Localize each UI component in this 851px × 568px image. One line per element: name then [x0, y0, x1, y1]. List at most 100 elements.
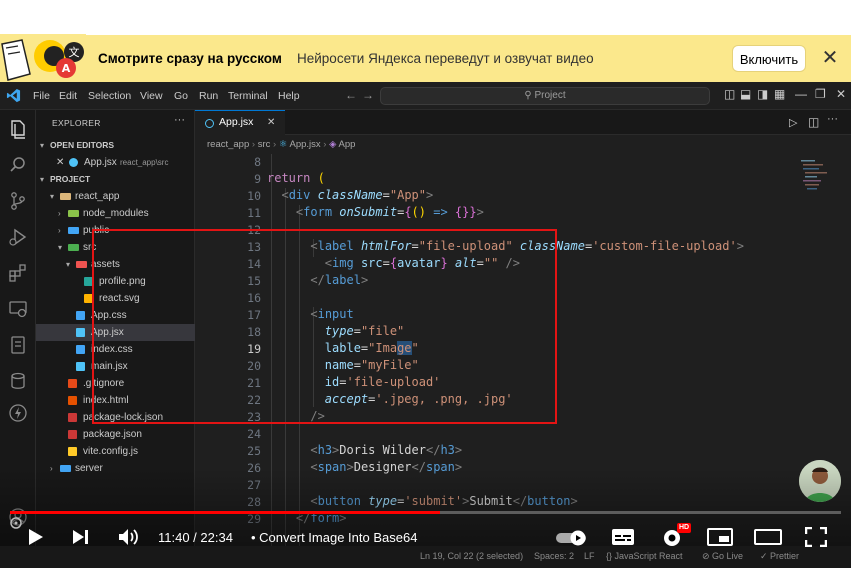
fullscreen-icon[interactable]	[804, 526, 828, 552]
theater-mode-icon[interactable]	[754, 528, 782, 551]
chevron-down-icon: ▾	[66, 260, 71, 269]
tree-item[interactable]: › node_modules	[36, 205, 195, 222]
tab-app-jsx[interactable]: App.jsx ✕	[195, 110, 285, 135]
project-header[interactable]: ▾ PROJECT	[36, 171, 195, 188]
menu-view[interactable]: View	[140, 90, 163, 102]
svg-text:文: 文	[69, 45, 80, 59]
command-center-search[interactable]: ⚲ Project	[380, 87, 710, 105]
banner-title: Смотрите сразу на русском	[98, 51, 282, 66]
testing-icon[interactable]	[7, 334, 29, 356]
tree-item-label: node_modules	[83, 208, 149, 219]
file-icon	[68, 447, 77, 456]
menu-selection[interactable]: Selection	[88, 90, 131, 102]
autoplay-toggle[interactable]	[556, 530, 590, 551]
restore-icon[interactable]: ❐	[815, 87, 826, 101]
database-icon[interactable]	[7, 370, 29, 392]
window-close-icon[interactable]: ✕	[836, 87, 846, 101]
tree-item[interactable]: ▾ react_app	[36, 188, 195, 205]
close-tab-icon[interactable]: ✕	[267, 111, 275, 134]
toggle-secondary-sidebar-icon[interactable]: ◨	[757, 87, 768, 101]
minimize-icon[interactable]: —	[795, 87, 807, 101]
code-line-9: return (	[267, 171, 325, 185]
breadcrumb-symbol[interactable]: App	[339, 139, 356, 150]
tree-item[interactable]: package.json	[36, 426, 195, 443]
search-icon[interactable]	[7, 154, 29, 176]
menu-edit[interactable]: Edit	[59, 90, 77, 102]
lightning-icon[interactable]	[7, 402, 29, 424]
line-number: 25	[247, 444, 261, 458]
menu-go[interactable]: Go	[174, 90, 188, 102]
folder-icon	[68, 244, 79, 251]
run-debug-icon[interactable]	[7, 226, 29, 248]
react-file-icon	[69, 158, 78, 167]
breadcrumb-folder[interactable]: react_app	[207, 139, 249, 150]
more-actions-icon[interactable]: ···	[827, 113, 838, 125]
miniplayer-icon[interactable]	[707, 528, 733, 551]
split-editor-icon[interactable]: ◫	[808, 115, 819, 129]
menu-help[interactable]: Help	[278, 90, 300, 102]
forward-arrow-icon[interactable]: →	[362, 88, 374, 102]
file-icon	[76, 311, 85, 320]
chevron-right-icon: ›	[58, 226, 61, 235]
file-icon	[68, 396, 77, 405]
folder-icon	[76, 261, 87, 268]
menu-file[interactable]: File	[33, 90, 50, 102]
chevron-down-icon: ▾	[40, 141, 45, 150]
minimap[interactable]	[795, 154, 840, 294]
tree-item-label: vite.config.js	[83, 446, 139, 457]
indentation[interactable]: Spaces: 2	[534, 551, 574, 561]
folder-icon	[68, 210, 79, 217]
chevron-down-icon: ▾	[40, 175, 45, 184]
customize-layout-icon[interactable]: ▦	[774, 87, 785, 101]
line-number: 8	[254, 155, 261, 169]
enable-translation-button[interactable]: Включить	[732, 45, 806, 72]
chapter-title[interactable]: • Convert Image Into Base64	[251, 530, 417, 545]
more-actions-icon[interactable]: ···	[174, 114, 185, 126]
line-number: 11	[247, 206, 261, 220]
breadcrumb-file[interactable]: App.jsx	[290, 139, 321, 150]
folder-icon	[60, 193, 71, 200]
react-file-icon: ⚛	[278, 139, 288, 150]
yandex-translate-logo: 文 A	[0, 34, 86, 82]
toggle-panel-icon[interactable]: ⬓	[740, 87, 751, 101]
tree-item[interactable]: vite.config.js	[36, 443, 195, 460]
go-live[interactable]: ⊘ Go Live	[702, 551, 743, 562]
chevron-right-icon: ›	[58, 209, 61, 218]
remote-explorer-icon[interactable]	[7, 298, 29, 320]
open-editor-item[interactable]: ✕ App.jsx react_app\src	[36, 154, 195, 171]
back-arrow-icon[interactable]: ←	[345, 88, 357, 102]
tree-item-label: react_app	[75, 191, 120, 202]
hd-badge: HD	[677, 523, 692, 533]
cursor-position[interactable]: Ln 19, Col 22 (2 selected)	[420, 551, 523, 561]
explorer-icon[interactable]	[7, 118, 29, 140]
component-symbol-icon: ◈	[329, 139, 337, 150]
extensions-icon[interactable]	[7, 262, 29, 284]
toggle-sidebar-icon[interactable]: ◫	[724, 87, 735, 101]
subtitles-icon[interactable]	[611, 528, 635, 551]
react-file-icon	[205, 119, 214, 128]
source-control-icon[interactable]	[7, 190, 29, 212]
menu-run[interactable]: Run	[199, 90, 218, 102]
chevron-down-icon: ▾	[58, 243, 63, 252]
close-icon[interactable]: ✕	[820, 48, 840, 68]
vscode-logo-icon	[6, 88, 21, 103]
file-icon	[68, 379, 77, 388]
next-icon[interactable]	[72, 529, 90, 550]
breadcrumb-src[interactable]: src	[258, 139, 271, 150]
highlight-annotation-box	[92, 229, 557, 424]
menu-terminal[interactable]: Terminal	[228, 90, 268, 102]
code-line-25: <h3>Doris Wilder</h3>	[310, 443, 463, 457]
prettier[interactable]: ✓ Prettier	[760, 551, 799, 562]
code-line-10: <div className="App">	[281, 188, 434, 202]
file-icon	[76, 345, 85, 354]
progress-played	[10, 511, 440, 514]
eol[interactable]: LF	[584, 551, 595, 561]
close-editor-icon[interactable]: ✕	[56, 154, 64, 171]
volume-icon[interactable]	[118, 528, 140, 551]
run-icon[interactable]: ▷	[789, 116, 797, 129]
file-icon	[76, 328, 85, 337]
play-icon[interactable]	[28, 528, 44, 551]
open-editors-header[interactable]: ▾ OPEN EDITORS	[36, 137, 195, 154]
title-bar: File Edit Selection View Go Run Terminal…	[0, 82, 851, 110]
banner-subtitle: Нейросети Яндекса переведут и озвучат ви…	[297, 51, 594, 66]
